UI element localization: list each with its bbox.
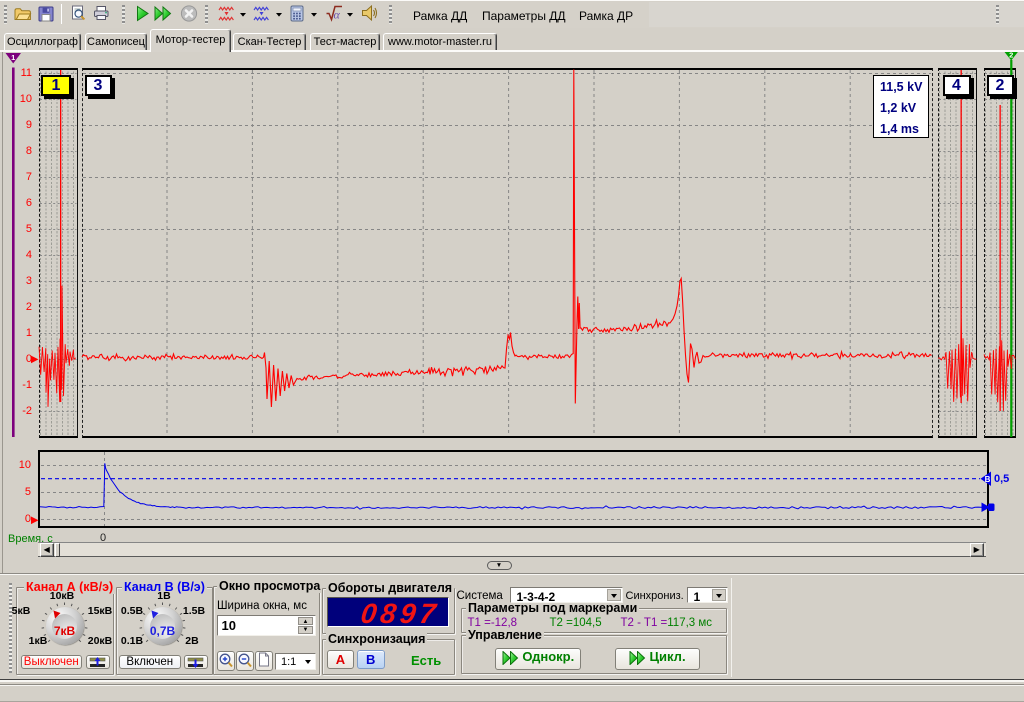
svg-text:2: 2 [1009, 51, 1013, 60]
svg-text:B: B [985, 475, 991, 484]
